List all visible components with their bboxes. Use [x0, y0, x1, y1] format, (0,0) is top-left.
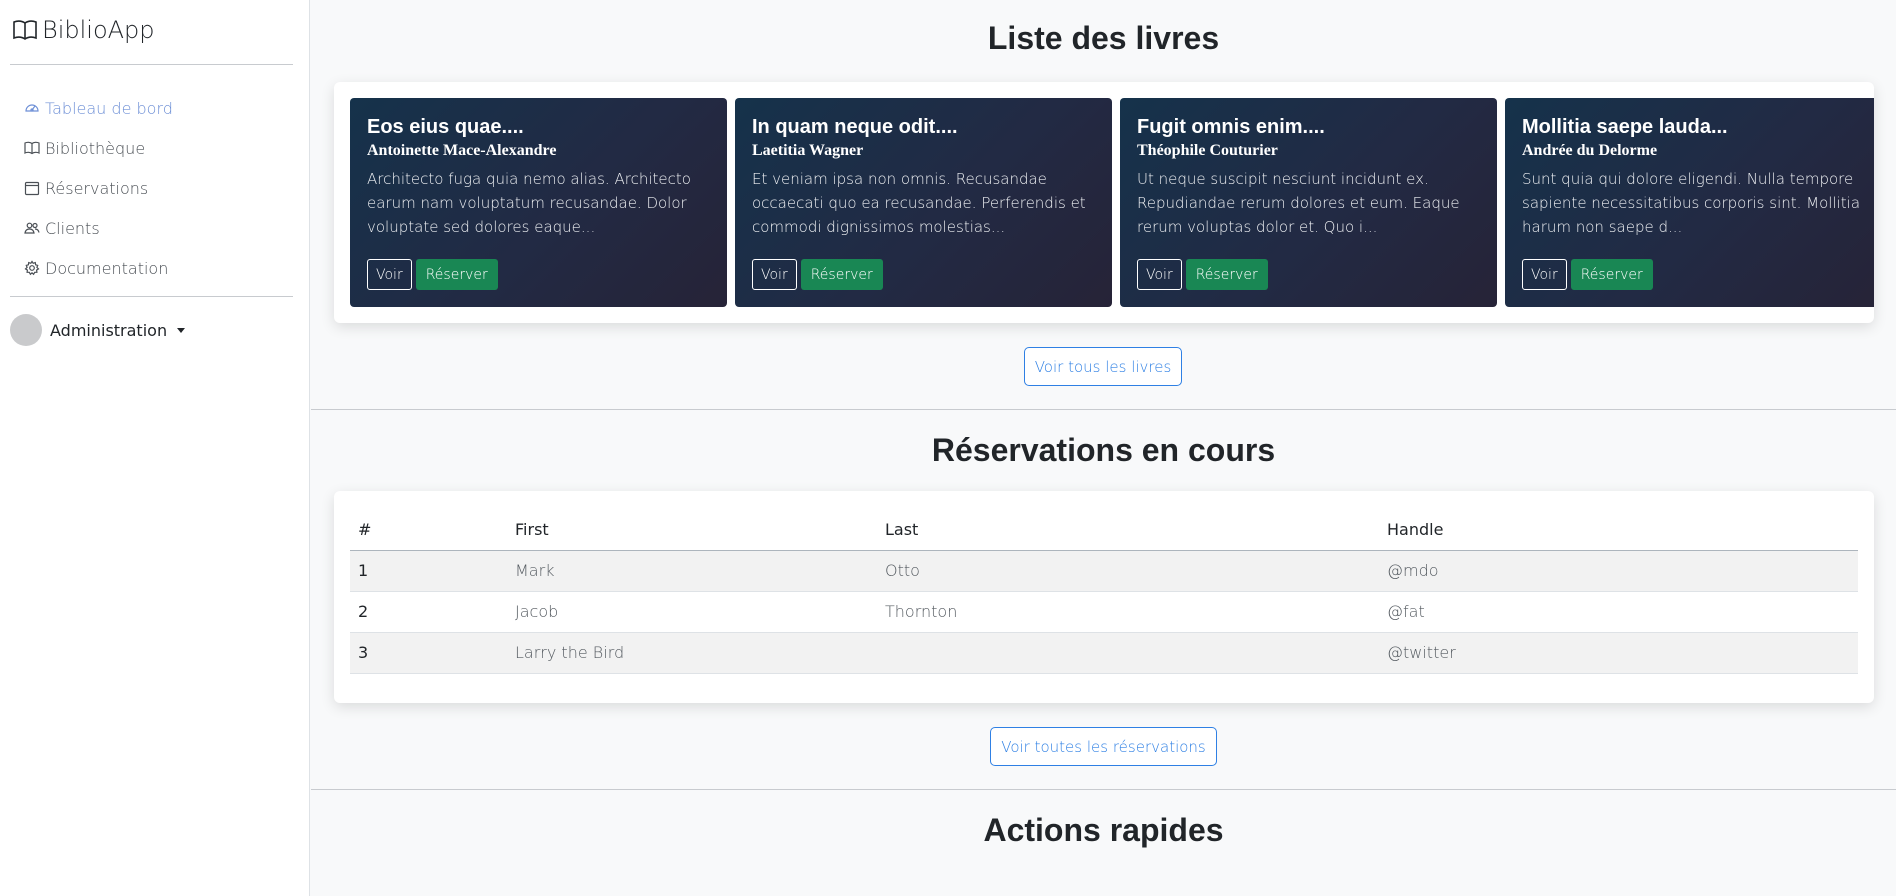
book-actions: Voir Réserver [1137, 259, 1268, 290]
sidebar-item-label: Bibliothèque [45, 138, 146, 158]
book-open-icon [13, 20, 37, 40]
table-cell: Larry the Bird [507, 632, 877, 674]
book-card: Mollitia saepe lauda... Andrée du Delorm… [1505, 98, 1874, 307]
view-book-button[interactable]: Voir [1137, 259, 1182, 290]
gear-icon [24, 260, 40, 276]
table-cell: Otto [877, 550, 1379, 592]
sidebar-item-label: Clients [45, 218, 100, 238]
app-title: BiblioApp [42, 16, 155, 44]
quick-actions-section-title: Actions rapides [983, 812, 1224, 848]
view-book-button[interactable]: Voir [752, 259, 797, 290]
book-description: Et veniam ipsa non omnis. Recusandae occ… [752, 170, 1086, 236]
table-cell: @twitter [1379, 632, 1858, 674]
book-description: Ut neque suscipit nesciunt incidunt ex. … [1137, 170, 1460, 236]
book-actions: Voir Réserver [367, 259, 498, 290]
table-cell: Jacob [507, 591, 877, 633]
view-all-reservations-button[interactable]: Voir toutes les réservations [990, 727, 1217, 766]
book-author: Andrée du Delorme [1522, 142, 1658, 159]
section-divider [311, 409, 1896, 410]
book-author: Théophile Couturier [1137, 142, 1278, 159]
sidebar-item-clients[interactable]: Clients [24, 208, 173, 248]
book-description: Architecto fuga quia nemo alias. Archite… [367, 170, 691, 236]
view-book-button[interactable]: Voir [367, 259, 412, 290]
sidebar-item-label: Documentation [45, 258, 169, 278]
sidebar: BiblioApp Tableau de bord Bibliothèque R… [0, 0, 310, 896]
book-author: Laetitia Wagner [752, 142, 864, 159]
table-cell: Mark [507, 550, 877, 592]
column-header: First [507, 509, 877, 551]
book-card: Eos eius quae.... Antoinette Mace-Alexan… [350, 98, 727, 307]
user-menu-label: Administration [50, 320, 168, 340]
book-author: Antoinette Mace-Alexandre [367, 142, 557, 159]
view-all-books-button[interactable]: Voir tous les livres [1024, 347, 1182, 386]
book-actions: Voir Réserver [752, 259, 883, 290]
reservations-table: # First Last Handle 1 Mark Otto @mdo 2 J… [350, 509, 1858, 674]
view-book-button[interactable]: Voir [1522, 259, 1567, 290]
sidebar-nav: Tableau de bord Bibliothèque Réservation… [24, 88, 173, 288]
book-actions: Voir Réserver [1522, 259, 1653, 290]
reservations-section-title: Réservations en cours [931, 432, 1276, 468]
table-cell: Thornton [877, 591, 1379, 633]
speedometer-icon [25, 104, 39, 112]
book-card: In quam neque odit.... Laetitia Wagner E… [735, 98, 1112, 307]
table-cell: 1 [350, 550, 507, 592]
book-title: In quam neque odit.... [752, 116, 958, 138]
sidebar-item-label: Tableau de bord [45, 98, 173, 118]
book-card: Fugit omnis enim.... Théophile Couturier… [1120, 98, 1497, 307]
table-row: 3 Larry the Bird @twitter [350, 632, 1858, 674]
table-row: 2 Jacob Thornton @fat [350, 591, 1858, 633]
book-description: Sunt quia qui dolore eligendi. Nulla tem… [1522, 170, 1861, 236]
table-cell: @mdo [1379, 550, 1858, 592]
books-section-title: Liste des livres [987, 20, 1220, 56]
column-header: Handle [1379, 509, 1858, 551]
books-panel: Eos eius quae.... Antoinette Mace-Alexan… [334, 82, 1874, 323]
calendar-icon [24, 181, 40, 196]
sidebar-item-reservations[interactable]: Réservations [24, 168, 173, 208]
reserve-book-button[interactable]: Réserver [415, 259, 498, 290]
main-content: Liste des livres Eos eius quae.... Antoi… [311, 0, 1896, 896]
book-card-list: Eos eius quae.... Antoinette Mace-Alexan… [350, 98, 1874, 307]
table-row: 1 Mark Otto @mdo [350, 550, 1858, 592]
table-cell: 2 [350, 591, 507, 633]
user-menu[interactable]: Administration [10, 314, 186, 346]
caret-down-icon [177, 327, 186, 333]
book-icon [24, 141, 40, 155]
reserve-book-button[interactable]: Réserver [1570, 259, 1653, 290]
table-cell [877, 632, 1379, 674]
sidebar-item-label: Réservations [45, 178, 149, 198]
app-brand[interactable]: BiblioApp [12, 14, 155, 46]
table-cell: @fat [1379, 591, 1858, 633]
people-icon [24, 222, 40, 234]
reserve-book-button[interactable]: Réserver [1185, 259, 1268, 290]
sidebar-item-dashboard[interactable]: Tableau de bord [24, 88, 173, 128]
book-title: Eos eius quae.... [367, 116, 524, 138]
column-header: # [350, 509, 507, 551]
sidebar-divider [10, 296, 293, 297]
sidebar-item-library[interactable]: Bibliothèque [24, 128, 173, 168]
sidebar-item-documentation[interactable]: Documentation [24, 248, 173, 288]
sidebar-divider [10, 64, 293, 65]
book-title: Mollitia saepe lauda... [1522, 116, 1728, 138]
section-divider [311, 789, 1896, 790]
avatar [10, 314, 42, 346]
book-title: Fugit omnis enim.... [1137, 116, 1325, 138]
reservations-panel: # First Last Handle 1 Mark Otto @mdo 2 J… [334, 491, 1874, 703]
column-header: Last [877, 509, 1379, 551]
reserve-book-button[interactable]: Réserver [800, 259, 883, 290]
table-cell: 3 [350, 632, 507, 674]
table-header-row: # First Last Handle [350, 509, 1858, 551]
